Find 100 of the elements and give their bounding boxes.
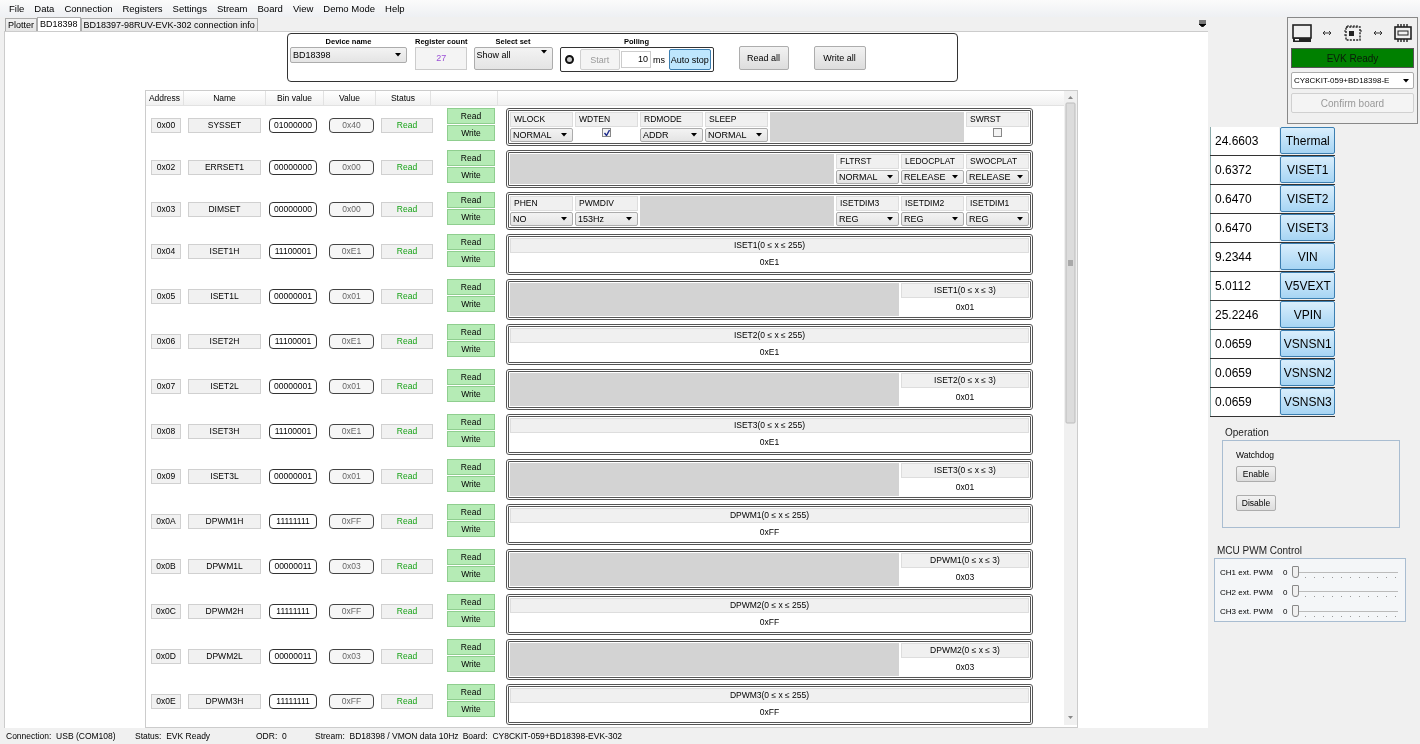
read-button[interactable]: Read xyxy=(447,639,495,655)
menu-item[interactable]: Stream xyxy=(212,3,252,14)
write-button[interactable]: Write xyxy=(447,521,495,537)
measurement-button[interactable]: VISET1 xyxy=(1280,156,1335,183)
read-button[interactable]: Read xyxy=(447,234,495,250)
bin-value-field[interactable]: 11100001 xyxy=(269,244,317,259)
menu-item[interactable]: Settings xyxy=(168,3,211,14)
channel-label: CH2 ext. PWM xyxy=(1220,587,1274,597)
dropdown[interactable]: CY8CKIT-059+BD18398-E xyxy=(1291,72,1414,89)
read-button[interactable]: Read xyxy=(447,459,495,475)
measurement-button[interactable]: V5VEXT xyxy=(1280,272,1335,299)
caret-icon xyxy=(561,133,567,137)
scrollbar[interactable] xyxy=(1064,91,1077,725)
dropdown[interactable]: 153Hz xyxy=(575,212,638,226)
slider-thumb[interactable] xyxy=(1292,585,1299,598)
read-button[interactable]: Read xyxy=(447,549,495,565)
read-button[interactable]: Read xyxy=(447,594,495,610)
slider-thumb[interactable] xyxy=(1292,604,1299,617)
measurement-button[interactable]: VSNSN1 xyxy=(1280,330,1335,357)
menu-item[interactable]: Demo Mode xyxy=(319,3,380,14)
read-button[interactable]: Read xyxy=(447,279,495,295)
slider-thumb[interactable] xyxy=(1292,565,1299,578)
measurement-button[interactable]: VSNSN3 xyxy=(1280,388,1335,415)
write-button[interactable]: Write xyxy=(447,341,495,357)
read-button[interactable]: Read xyxy=(447,369,495,385)
tab[interactable]: BD18398 xyxy=(37,17,81,31)
bin-value-field[interactable]: 00000011 xyxy=(269,649,317,664)
interval-field[interactable]: 10 xyxy=(621,51,652,68)
dropdown[interactable]: NORMAL xyxy=(836,170,899,184)
write-button[interactable]: Write xyxy=(447,296,495,312)
write-button[interactable]: Write xyxy=(447,125,495,141)
bin-value-field[interactable]: 00000001 xyxy=(269,379,317,394)
write-button[interactable]: Write xyxy=(447,476,495,492)
bin-value-field[interactable]: 11111111 xyxy=(269,604,317,619)
bin-value-field[interactable]: 00000011 xyxy=(269,559,317,574)
tab[interactable]: BD18397-98RUV-EVK-302 connection info xyxy=(80,18,258,31)
dropdown[interactable]: Show all xyxy=(473,47,553,70)
checkbox[interactable] xyxy=(602,128,611,137)
write-button[interactable]: Write xyxy=(447,656,495,672)
bin-value-field[interactable]: 01000000 xyxy=(269,118,317,133)
bin-value-field[interactable]: 11111111 xyxy=(269,514,317,529)
field-label: LEDOCPLAT xyxy=(901,154,964,169)
write-all-button[interactable]: Write all xyxy=(813,46,866,70)
measurement-button[interactable]: VISET2 xyxy=(1280,185,1335,212)
bin-value-field[interactable]: 11111111 xyxy=(269,694,317,709)
read-button[interactable]: Read xyxy=(447,192,495,208)
menu-item[interactable]: View xyxy=(288,3,318,14)
bin-value-field[interactable]: 00000001 xyxy=(269,289,317,304)
read-all-button[interactable]: Read all xyxy=(738,46,789,70)
read-button[interactable]: Read xyxy=(447,504,495,520)
measurement-button[interactable]: VSNSN2 xyxy=(1280,359,1335,386)
write-button[interactable]: Write xyxy=(447,701,495,717)
menu-item[interactable]: Data xyxy=(30,3,59,14)
read-button[interactable]: Read xyxy=(447,150,495,166)
measurement-button[interactable]: VPIN xyxy=(1280,301,1335,328)
menu-item[interactable]: File xyxy=(5,3,29,14)
write-button[interactable]: Write xyxy=(447,251,495,267)
menu-item[interactable]: Help xyxy=(381,3,409,14)
field-value: 0x03 xyxy=(954,661,976,674)
field-value: 0xE1 xyxy=(758,256,781,269)
bin-value-field[interactable]: 00000000 xyxy=(269,202,317,217)
dropdown[interactable]: NORMAL xyxy=(510,128,573,142)
status-cell: Read xyxy=(381,469,433,484)
bin-value-field[interactable]: 00000000 xyxy=(269,160,317,175)
write-button[interactable]: Write xyxy=(447,209,495,225)
dropdown[interactable]: REG xyxy=(836,212,899,226)
dropdown[interactable]: REG xyxy=(901,212,964,226)
checkbox[interactable] xyxy=(993,128,1002,137)
tab[interactable]: Plotter xyxy=(5,18,37,31)
status-cell: Read xyxy=(381,424,433,439)
disable-button[interactable]: Disable xyxy=(1236,495,1276,511)
measurement-button[interactable]: VISET3 xyxy=(1280,214,1335,241)
dropdown[interactable]: RELEASE xyxy=(966,170,1029,184)
read-button[interactable]: Read xyxy=(447,324,495,340)
read-button[interactable]: Read xyxy=(447,684,495,700)
bin-value-field[interactable]: 11100001 xyxy=(269,424,317,439)
dropdown[interactable]: ADDR xyxy=(640,128,703,142)
read-button[interactable]: Read xyxy=(447,414,495,430)
write-button[interactable]: Write xyxy=(447,431,495,447)
write-button[interactable]: Write xyxy=(447,611,495,627)
column-header: Status xyxy=(376,91,431,105)
write-button[interactable]: Write xyxy=(447,566,495,582)
dropdown[interactable]: NO xyxy=(510,212,573,226)
menu-item[interactable]: Board xyxy=(253,3,287,14)
read-button[interactable]: Read xyxy=(447,108,495,124)
write-button[interactable]: Write xyxy=(447,386,495,402)
bin-value-field[interactable]: 00000001 xyxy=(269,469,317,484)
dropdown[interactable]: BD18398 xyxy=(290,47,407,63)
dropdown[interactable]: REG xyxy=(966,212,1029,226)
enable-button[interactable]: Enable xyxy=(1236,466,1276,482)
bin-value-field[interactable]: 11100001 xyxy=(269,334,317,349)
measurement-button[interactable]: Thermal xyxy=(1280,127,1335,154)
overflow-icon[interactable] xyxy=(1199,20,1206,27)
dropdown[interactable]: RELEASE xyxy=(901,170,964,184)
menu-item[interactable]: Registers xyxy=(118,3,167,14)
auto-stop-button[interactable]: Auto stop xyxy=(669,49,711,70)
menu-item[interactable]: Connection xyxy=(60,3,117,14)
measurement-button[interactable]: VIN xyxy=(1280,243,1335,270)
write-button[interactable]: Write xyxy=(447,167,495,183)
dropdown[interactable]: NORMAL xyxy=(705,128,768,142)
